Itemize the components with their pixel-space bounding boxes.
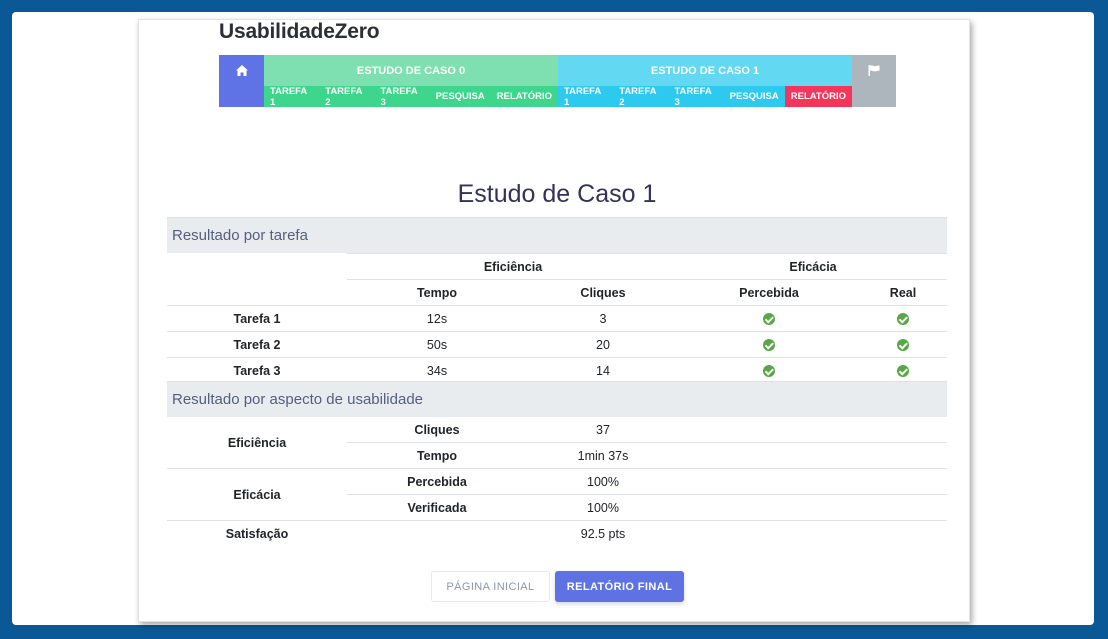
perceived-cell [679, 357, 859, 383]
case-1-menu: ESTUDO DE CASO 1 TAREFA 1 TAREFA 2 TAREF… [558, 55, 853, 108]
task-results-heading: Resultado por tarefa [167, 217, 947, 253]
metric-label: Percebida [347, 468, 527, 495]
task-name: Tarefa 1 [167, 305, 347, 332]
case-0-tab-tarefa-3[interactable]: TAREFA 3 [374, 86, 429, 108]
table-column-header-row: Tempo Cliques Percebida Real [167, 279, 947, 306]
case-1-tab-relatorio[interactable]: RELATÓRIO [784, 86, 853, 107]
table-row: Satisfação 92.5 pts [167, 520, 947, 546]
real-cell [859, 331, 947, 358]
check-circle-icon [763, 313, 775, 326]
case-0-tab-tarefa-1[interactable]: TAREFA 1 [264, 86, 319, 108]
aspect-results-heading: Resultado por aspecto de usabilidade [167, 381, 947, 417]
metric-label: Verificada [347, 494, 527, 521]
case-0-tabs: TAREFA 1 TAREFA 2 TAREFA 3 PESQUISA RELA… [264, 86, 558, 108]
empty-cell [679, 520, 947, 546]
metric-value: 1min 37s [527, 442, 679, 469]
page-title: Estudo de Caso 1 [457, 180, 657, 208]
task-time: 12s [347, 305, 527, 332]
aspect-eficiencia-label: Eficiência [227, 435, 287, 450]
empty-cell [679, 417, 947, 443]
flag-icon [868, 65, 880, 76]
task-results-table: Eficiência Eficácia Tempo Cliques Perceb… [167, 253, 947, 383]
home-icon [235, 65, 248, 76]
empty-cell [679, 442, 947, 469]
task-clicks: 14 [527, 357, 679, 383]
column-header-tempo: Tempo [347, 279, 527, 306]
case-0-tab-pesquisa[interactable]: PESQUISA [430, 86, 491, 107]
perceived-cell [679, 331, 859, 358]
table-group-header-row: Eficiência Eficácia [167, 253, 947, 280]
case-1-tab-tarefa-2[interactable]: TAREFA 2 [613, 86, 668, 108]
table-row: Tarefa 1 12s 3 [167, 305, 947, 332]
table-row: Tarefa 2 50s 20 [167, 331, 947, 358]
top-nav: ESTUDO DE CASO 0 TAREFA 1 TAREFA 2 TAREF… [219, 55, 896, 108]
group-header-eficiencia: Eficiência [347, 253, 679, 280]
empty-cell [167, 254, 347, 280]
table-row: Eficácia Percebida 100% [167, 468, 947, 521]
aspect-satisfacao-label: Satisfação [167, 520, 347, 546]
column-header-percebida: Percebida [679, 279, 859, 306]
task-name: Tarefa 2 [167, 331, 347, 358]
case-0-title[interactable]: ESTUDO DE CASO 0 [264, 55, 558, 86]
column-header-cliques: Cliques [527, 279, 679, 306]
task-clicks: 20 [527, 331, 679, 358]
case-0-tab-tarefa-2[interactable]: TAREFA 2 [319, 86, 374, 108]
final-report-button[interactable]: RELATÓRIO FINAL [555, 571, 684, 602]
metric-value: 37 [596, 422, 610, 437]
case-0-menu: ESTUDO DE CASO 0 TAREFA 1 TAREFA 2 TAREF… [264, 55, 558, 108]
perceived-cell [679, 305, 859, 332]
home-button[interactable] [219, 55, 264, 107]
column-header-real: Real [859, 279, 947, 306]
check-circle-icon [763, 339, 775, 352]
home-page-button[interactable]: PÁGINA INICIAL [431, 571, 550, 602]
empty-cell [679, 468, 947, 495]
metric-label: Tempo [347, 442, 527, 469]
flag-button[interactable] [852, 55, 896, 107]
task-time: 50s [347, 331, 527, 358]
table-row: Eficiência Cliques 37 [167, 417, 947, 450]
brand-logo[interactable]: UsabilidadeZero [219, 20, 380, 44]
case-1-title[interactable]: ESTUDO DE CASO 1 [558, 55, 852, 86]
case-0-tab-relatorio[interactable]: RELATÓRIO [491, 86, 558, 107]
empty-cell [167, 280, 347, 306]
check-circle-icon [763, 365, 775, 378]
check-circle-icon [897, 339, 909, 352]
task-clicks: 3 [527, 305, 679, 332]
aspect-eficacia-label: Eficácia [167, 468, 347, 521]
metric-value: 100% [527, 468, 679, 495]
metric-value: 92.5 pts [527, 520, 679, 546]
task-time: 34s [347, 357, 527, 383]
check-circle-icon [897, 313, 909, 326]
empty-cell [679, 494, 947, 521]
table-row: Tarefa 3 34s 14 [167, 357, 947, 383]
task-name: Tarefa 3 [167, 357, 347, 383]
group-header-eficacia: Eficácia [679, 253, 947, 280]
real-cell [859, 305, 947, 332]
real-cell [859, 357, 947, 383]
case-1-tab-pesquisa[interactable]: PESQUISA [724, 86, 785, 107]
case-1-tab-tarefa-1[interactable]: TAREFA 1 [558, 86, 613, 108]
case-1-tabs: TAREFA 1 TAREFA 2 TAREFA 3 PESQUISA RELA… [558, 86, 853, 108]
empty-cell [347, 520, 527, 546]
case-1-tab-tarefa-3[interactable]: TAREFA 3 [668, 86, 723, 108]
aspect-results-table: Eficiência Cliques 37 Tempo 1min 37s Efi… [167, 417, 947, 546]
check-circle-icon [897, 365, 909, 378]
metric-value: 100% [527, 494, 679, 521]
metric-label: Cliques [414, 422, 460, 437]
